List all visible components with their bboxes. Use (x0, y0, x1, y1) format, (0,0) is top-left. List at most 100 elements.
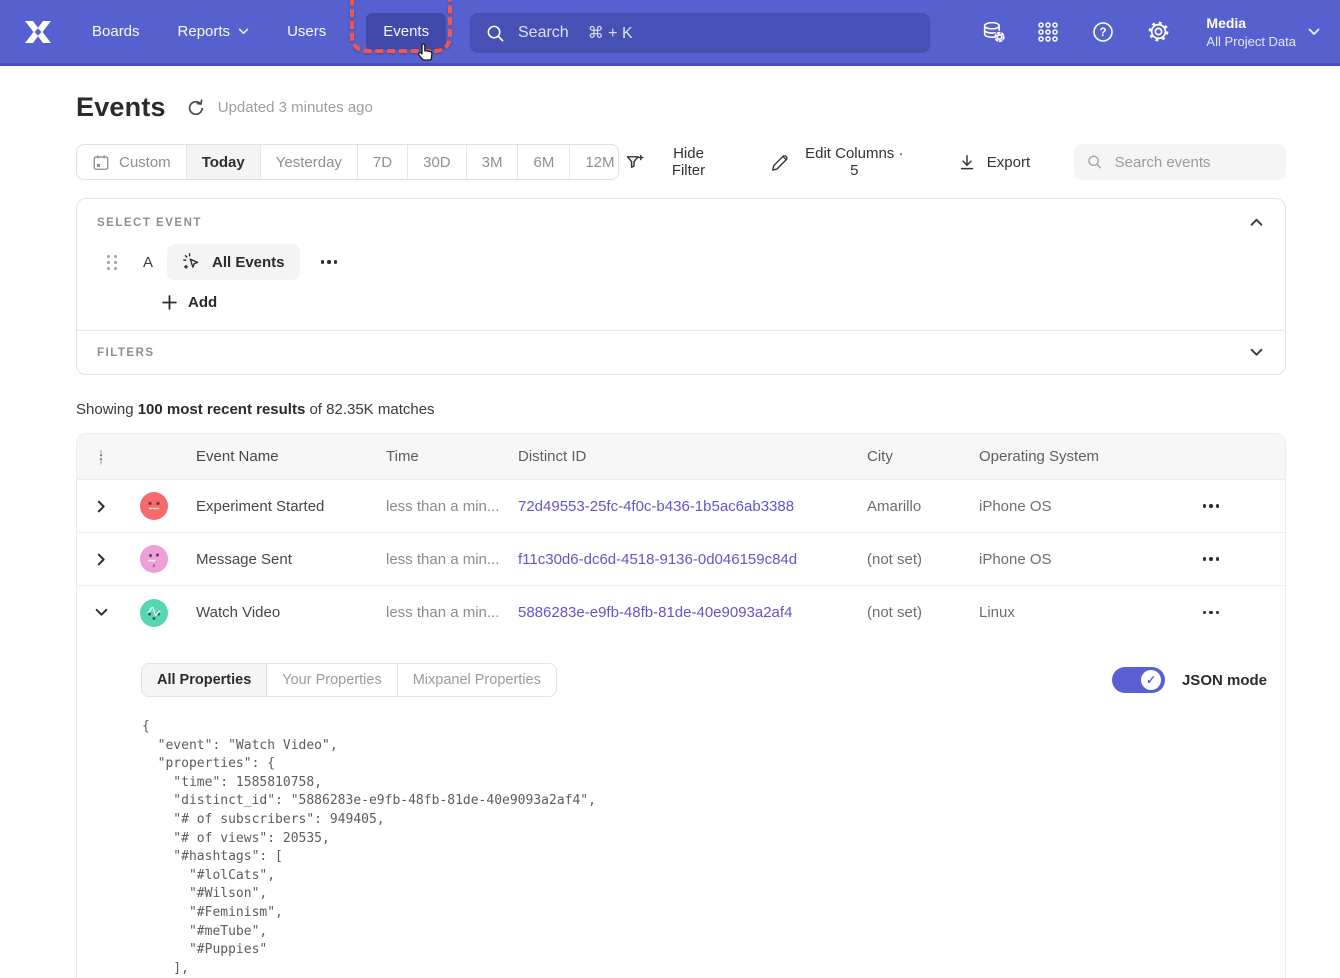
column-header-time[interactable]: Time (386, 448, 518, 465)
event-more-menu-icon[interactable] (317, 254, 342, 270)
date-range-3m[interactable]: 3M (467, 145, 519, 179)
event-selector-button[interactable]: All Events (167, 244, 300, 280)
date-range-today[interactable]: Today (187, 145, 261, 179)
download-icon (958, 153, 976, 172)
results-summary: Showing 100 most recent results of 82.35… (76, 401, 1286, 418)
export-label: Export (987, 154, 1030, 171)
nav-item-reports-label: Reports (178, 23, 231, 40)
data-management-icon[interactable] (980, 19, 1006, 45)
row-more-menu-icon[interactable] (1199, 605, 1224, 621)
chevron-down-icon (1308, 28, 1320, 36)
table-toolbar: Hide Filter Edit Columns · 5 Export (619, 144, 1286, 180)
event-detail-panel: All Properties Your Properties Mixpanel … (77, 639, 1285, 978)
chevron-right-icon (97, 500, 106, 513)
column-header-os[interactable]: Operating System (979, 448, 1186, 465)
row-more-menu-icon[interactable] (1199, 551, 1224, 567)
refresh-icon (186, 98, 206, 118)
calendar-icon (92, 153, 110, 172)
cell-os: Linux (979, 604, 1186, 621)
magic-cursor-icon (182, 252, 202, 272)
row-more-menu-icon[interactable] (1199, 498, 1224, 514)
tab-all-properties[interactable]: All Properties (142, 664, 267, 696)
cell-time: less than a min... (386, 604, 518, 621)
search-icon (1087, 153, 1102, 171)
nav-item-reports[interactable]: Reports (176, 14, 252, 49)
nav-items: Boards Reports Users Events (90, 13, 446, 50)
expand-filters-button[interactable] (1248, 346, 1265, 359)
project-scope: All Project Data (1206, 33, 1296, 50)
project-selector[interactable]: Media All Project Data (1206, 14, 1320, 50)
events-table: ↓↑ Event Name Time Distinct ID City Oper… (76, 433, 1286, 978)
search-events-input[interactable] (1113, 153, 1273, 172)
date-range-30d[interactable]: 30D (408, 145, 467, 179)
mixpanel-logo-icon (23, 17, 53, 47)
event-avatar (140, 492, 168, 520)
json-mode-toggle[interactable]: ✓ (1112, 667, 1165, 693)
json-mode-label: JSON mode (1182, 672, 1267, 689)
json-mode-control: ✓ JSON mode (1112, 667, 1267, 693)
table-row-expanded: Watch Video less than a min... 5886283e-… (77, 586, 1285, 639)
hide-filter-label: Hide Filter (656, 145, 722, 179)
nav-item-events[interactable]: Events (366, 13, 446, 50)
nav-item-boards[interactable]: Boards (90, 14, 142, 49)
date-range-7d[interactable]: 7D (358, 145, 408, 179)
table-header-row: ↓↑ Event Name Time Distinct ID City Oper… (77, 434, 1285, 480)
main-content: Events Updated 3 minutes ago Custom (0, 92, 1340, 978)
column-header-city[interactable]: City (867, 448, 979, 465)
selected-event-name: All Events (212, 254, 285, 271)
hide-filter-button[interactable]: Hide Filter (619, 144, 727, 180)
nav-item-users[interactable]: Users (285, 14, 328, 49)
cell-time: less than a min... (386, 551, 518, 568)
date-range-12m[interactable]: 12M (570, 145, 619, 179)
sort-icon[interactable]: ↓↑ (98, 449, 104, 465)
apps-grid-icon[interactable] (1035, 19, 1061, 45)
filters-section[interactable]: FILTERS (77, 331, 1285, 374)
mixpanel-logo[interactable] (22, 16, 54, 48)
title-row: Events Updated 3 minutes ago (76, 92, 1286, 123)
tab-your-properties[interactable]: Your Properties (267, 664, 397, 696)
column-header-event-name[interactable]: Event Name (183, 448, 386, 465)
event-query-row: A All Events (97, 244, 1265, 280)
export-button[interactable]: Export (952, 152, 1036, 173)
add-event-button[interactable]: Add (156, 293, 223, 312)
cell-city: (not set) (867, 551, 979, 568)
chevron-down-icon (1250, 348, 1263, 357)
nav-events-wrap: Events (366, 13, 446, 50)
collapse-row-button[interactable] (91, 604, 112, 621)
date-range-custom[interactable]: Custom (77, 145, 187, 179)
refresh-button[interactable] (186, 98, 206, 118)
global-search-input[interactable]: Search ⌘ + K (470, 13, 930, 53)
cell-os: iPhone OS (979, 551, 1186, 568)
table-row: Experiment Started less than a min... 72… (77, 480, 1285, 533)
cell-event-name: Experiment Started (183, 498, 386, 515)
drag-handle[interactable] (107, 255, 118, 270)
global-search-placeholder: Search (518, 24, 569, 42)
expand-row-button[interactable] (93, 549, 110, 570)
controls-row: Custom Today Yesterday 7D 30D 3M 6M 12M … (76, 144, 1286, 180)
select-event-label: SELECT EVENT (97, 217, 202, 229)
date-range-custom-label: Custom (119, 154, 171, 171)
edit-columns-label: Edit Columns · 5 (801, 145, 908, 179)
event-json-view: { "event": "Watch Video", "properties": … (142, 718, 1267, 978)
settings-gear-icon[interactable] (1145, 19, 1171, 45)
search-events-box (1074, 144, 1286, 180)
cell-distinct-id[interactable]: 5886283e-e9fb-48fb-81de-40e9093a2af4 (518, 604, 867, 621)
expand-row-button[interactable] (93, 496, 110, 517)
tab-mixpanel-properties[interactable]: Mixpanel Properties (398, 664, 556, 696)
help-icon[interactable]: ? (1090, 19, 1116, 45)
properties-tabs: All Properties Your Properties Mixpanel … (141, 663, 557, 697)
cell-distinct-id[interactable]: 72d49553-25fc-4f0c-b436-1b5ac6ab3388 (518, 498, 867, 515)
column-header-distinct-id[interactable]: Distinct ID (518, 448, 867, 465)
edit-columns-button[interactable]: Edit Columns · 5 (765, 144, 913, 180)
query-builder-card: SELECT EVENT A (76, 198, 1286, 375)
pencil-icon (771, 153, 789, 172)
project-name: Media (1206, 14, 1296, 33)
cell-event-name: Message Sent (183, 551, 386, 568)
cell-distinct-id[interactable]: f11c30d6-dc6d-4518-9136-0d046159c84d (518, 551, 867, 568)
collapse-section-button[interactable] (1248, 216, 1265, 229)
cell-city: Amarillo (867, 498, 979, 515)
date-range-6m[interactable]: 6M (518, 145, 570, 179)
date-range-yesterday[interactable]: Yesterday (261, 145, 358, 179)
cell-event-name: Watch Video (183, 604, 386, 621)
chevron-down-icon (95, 608, 108, 617)
